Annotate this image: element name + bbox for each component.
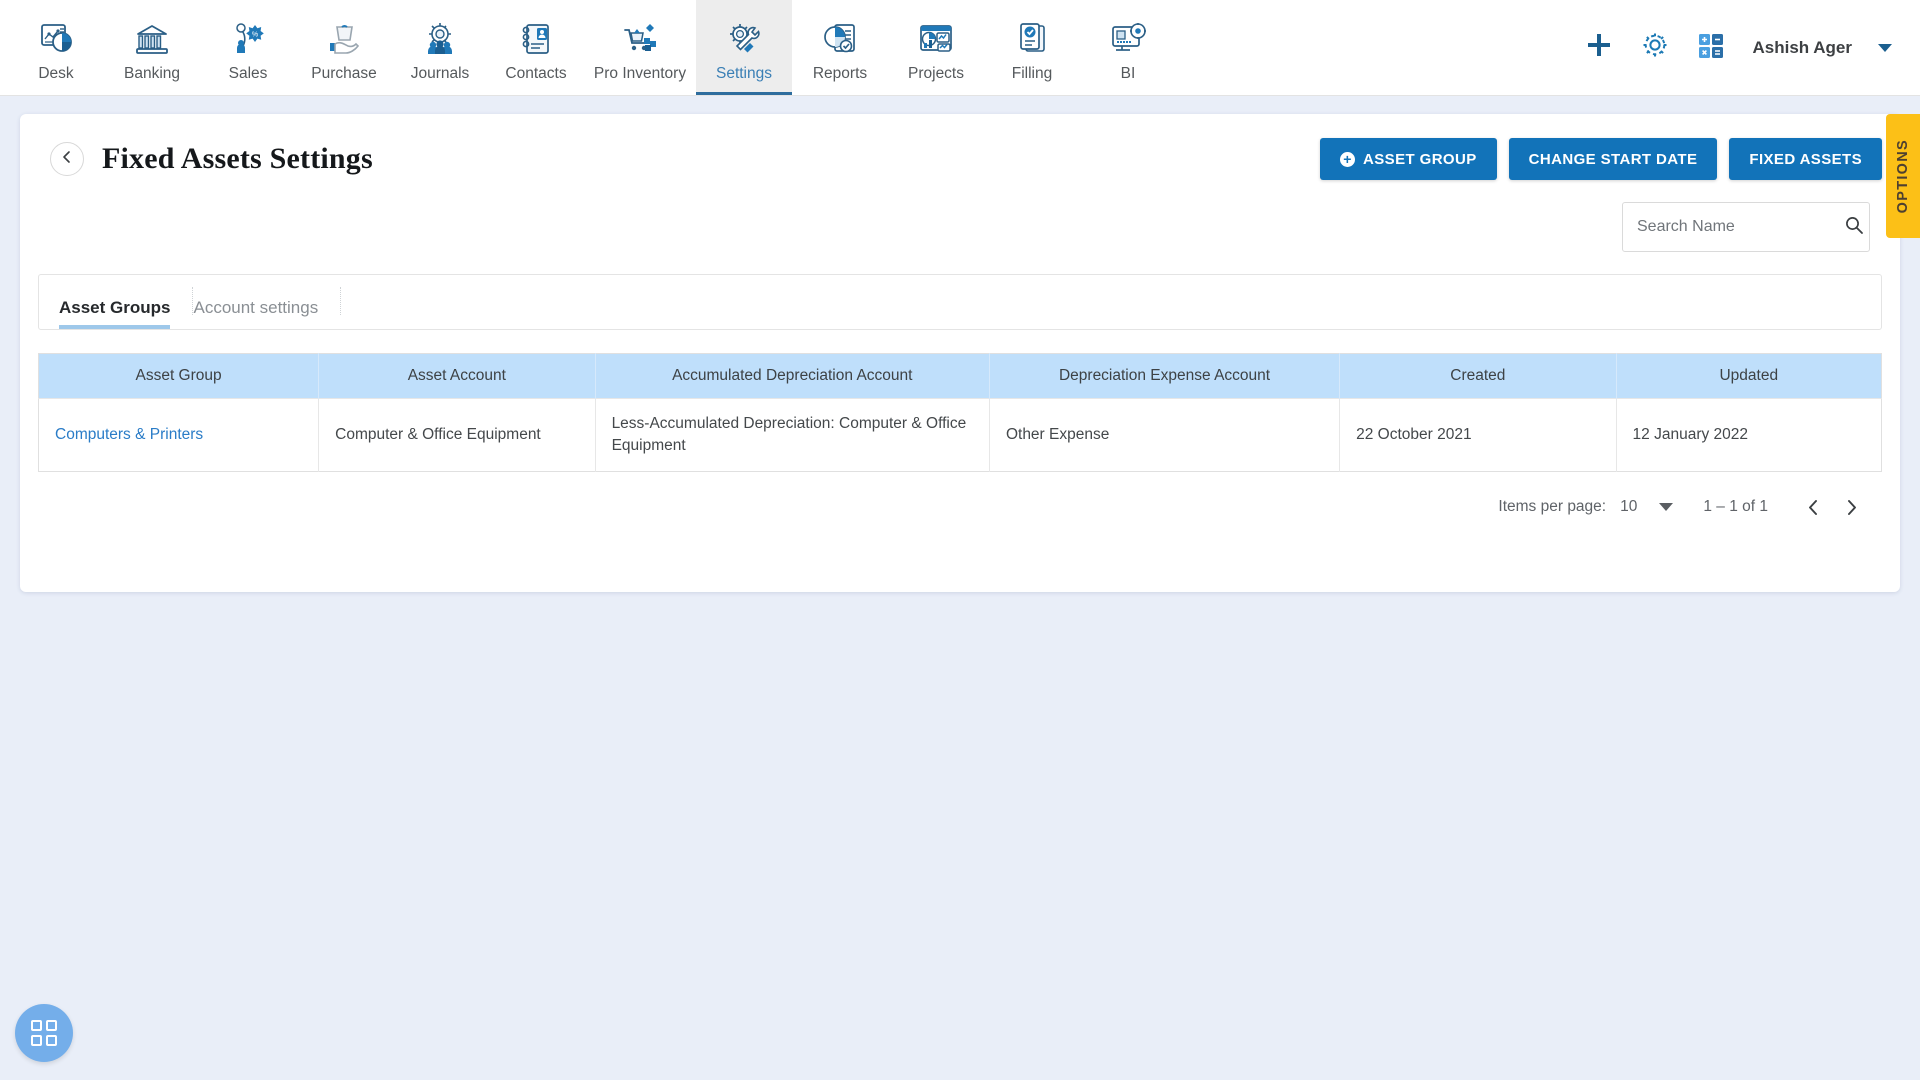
nav-item-label: Contacts (505, 65, 567, 82)
nav-item-purchase[interactable]: Purchase (296, 0, 392, 95)
nav-item-journals[interactable]: Journals (392, 0, 488, 95)
nav-item-settings[interactable]: Settings (696, 0, 792, 95)
add-asset-group-button[interactable]: + ASSET GROUP (1320, 138, 1497, 180)
search-row (38, 202, 1882, 252)
nav-item-filling[interactable]: Filling (984, 0, 1080, 95)
fixed-assets-settings-card: OPTIONS Fixed Assets Settings + ASSET GR… (20, 114, 1920, 592)
chevron-left-icon (60, 150, 74, 169)
nav-item-reports[interactable]: Reports (792, 0, 888, 95)
nav-item-pro-inventory[interactable]: Pro Inventory (584, 0, 696, 95)
column-header-asset-group[interactable]: Asset Group (38, 353, 320, 399)
nav-item-desk[interactable]: Desk (8, 0, 104, 95)
column-header-accumulated-depreciation-account[interactable]: Accumulated Depreciation Account (595, 353, 990, 399)
cell-created: 22 October 2021 (1339, 398, 1617, 472)
journals-icon (420, 18, 460, 60)
tab-label: Account settings (193, 298, 319, 317)
tab-bar: Asset Groups Account settings (38, 274, 1882, 330)
change-start-date-button[interactable]: CHANGE START DATE (1508, 138, 1718, 180)
nav-item-label: Pro Inventory (593, 65, 687, 82)
items-per-page-label: Items per page: (1498, 498, 1607, 515)
column-header-created[interactable]: Created (1339, 353, 1617, 399)
cell-depreciation-expense-account: Other Expense (989, 398, 1341, 472)
nav-item-projects[interactable]: Projects (888, 0, 984, 95)
apps-launcher-button[interactable] (15, 1004, 73, 1062)
nav-item-label: Settings (715, 65, 772, 82)
column-header-depreciation-expense-account[interactable]: Depreciation Expense Account (989, 353, 1341, 399)
header-action-buttons: + ASSET GROUP CHANGE START DATE FIXED AS… (1320, 138, 1882, 180)
nav-item-contacts[interactable]: Contacts (488, 0, 584, 95)
column-header-updated[interactable]: Updated (1616, 353, 1882, 399)
settings-tools-icon (724, 18, 764, 60)
column-header-asset-account[interactable]: Asset Account (318, 353, 596, 399)
page-title: Fixed Assets Settings (102, 142, 373, 175)
nav-item-label: Banking (123, 65, 180, 82)
tab-divider (340, 287, 342, 315)
page-body: OPTIONS Fixed Assets Settings + ASSET GR… (0, 96, 1920, 592)
options-side-tab[interactable]: OPTIONS (1886, 114, 1920, 238)
nav-item-list: Desk Banking % Sales Purchase Journals C… (0, 0, 1176, 95)
apps-grid-icon (31, 1020, 57, 1046)
plus-icon[interactable] (1584, 30, 1614, 65)
filling-icon (1012, 18, 1052, 60)
search-box[interactable] (1622, 202, 1870, 252)
contacts-icon (516, 18, 556, 60)
search-icon[interactable] (1844, 215, 1864, 240)
tab-asset-groups[interactable]: Asset Groups (59, 299, 192, 329)
asset-group-link[interactable]: Computers & Printers (55, 426, 203, 443)
next-page-button[interactable] (1832, 488, 1870, 526)
items-per-page-dropdown-icon[interactable] (1659, 503, 1674, 511)
nav-item-label: Desk (38, 65, 74, 82)
nav-item-label: Reports (812, 65, 868, 82)
nav-item-label: Purchase (311, 65, 377, 82)
items-per-page-value[interactable]: 10 (1620, 498, 1637, 516)
cell-updated: 12 January 2022 (1616, 398, 1882, 472)
previous-page-button[interactable] (1794, 488, 1832, 526)
user-name-label: Ashish Ager (1752, 37, 1852, 57)
plus-circle-icon: + (1340, 151, 1356, 167)
card-header: Fixed Assets Settings + ASSET GROUP CHAN… (38, 114, 1882, 188)
nav-item-label: BI (1120, 65, 1136, 82)
options-tab-label: OPTIONS (1895, 138, 1911, 214)
nav-item-label: Sales (228, 65, 268, 82)
nav-item-bi[interactable]: BI (1080, 0, 1176, 95)
svg-text:%: % (252, 32, 258, 39)
table-body: Computers & Printers Computer & Office E… (38, 398, 1882, 472)
nav-item-label: Filling (1011, 65, 1053, 82)
bi-icon (1108, 18, 1148, 60)
inventory-icon (620, 18, 660, 60)
table-header: Asset Group Asset Account Accumulated De… (38, 353, 1882, 399)
sales-icon: % (228, 18, 268, 60)
nav-item-sales[interactable]: % Sales (200, 0, 296, 95)
cell-asset-account: Computer & Office Equipment (318, 398, 596, 472)
button-label: FIXED ASSETS (1749, 150, 1862, 168)
button-label: CHANGE START DATE (1528, 150, 1698, 168)
reports-icon (820, 18, 860, 60)
dashboard-icon (36, 18, 76, 60)
table-header-row: Asset Group Asset Account Accumulated De… (38, 353, 1882, 399)
chevron-down-icon[interactable] (1878, 43, 1892, 52)
calculator-icon[interactable] (1696, 30, 1726, 65)
fixed-assets-button[interactable]: FIXED ASSETS (1729, 138, 1882, 180)
page-range-label: 1 – 1 of 1 (1703, 498, 1768, 515)
purchase-icon (324, 18, 364, 60)
paginator: Items per page: 10 1 – 1 of 1 (38, 488, 1882, 526)
search-input[interactable] (1637, 218, 1844, 236)
tab-label: Asset Groups (59, 298, 171, 317)
asset-groups-table: Asset Group Asset Account Accumulated De… (38, 353, 1882, 472)
back-button[interactable] (50, 142, 84, 176)
button-label: ASSET GROUP (1363, 150, 1477, 168)
nav-item-label: Projects (908, 65, 964, 82)
bank-icon (132, 18, 172, 60)
tab-account-settings[interactable]: Account settings (193, 299, 340, 329)
nav-right-actions: Ashish Ager (1584, 0, 1920, 95)
nav-item-banking[interactable]: Banking (104, 0, 200, 95)
table-row[interactable]: Computers & Printers Computer & Office E… (38, 398, 1882, 472)
top-navigation-bar: Desk Banking % Sales Purchase Journals C… (0, 0, 1920, 96)
cell-asset-group[interactable]: Computers & Printers (38, 398, 320, 472)
gear-icon[interactable] (1640, 30, 1670, 65)
cell-accumulated-depreciation-account: Less-Accumulated Depreciation: Computer … (595, 398, 990, 472)
projects-icon (916, 18, 956, 60)
nav-item-label: Journals (410, 65, 470, 82)
